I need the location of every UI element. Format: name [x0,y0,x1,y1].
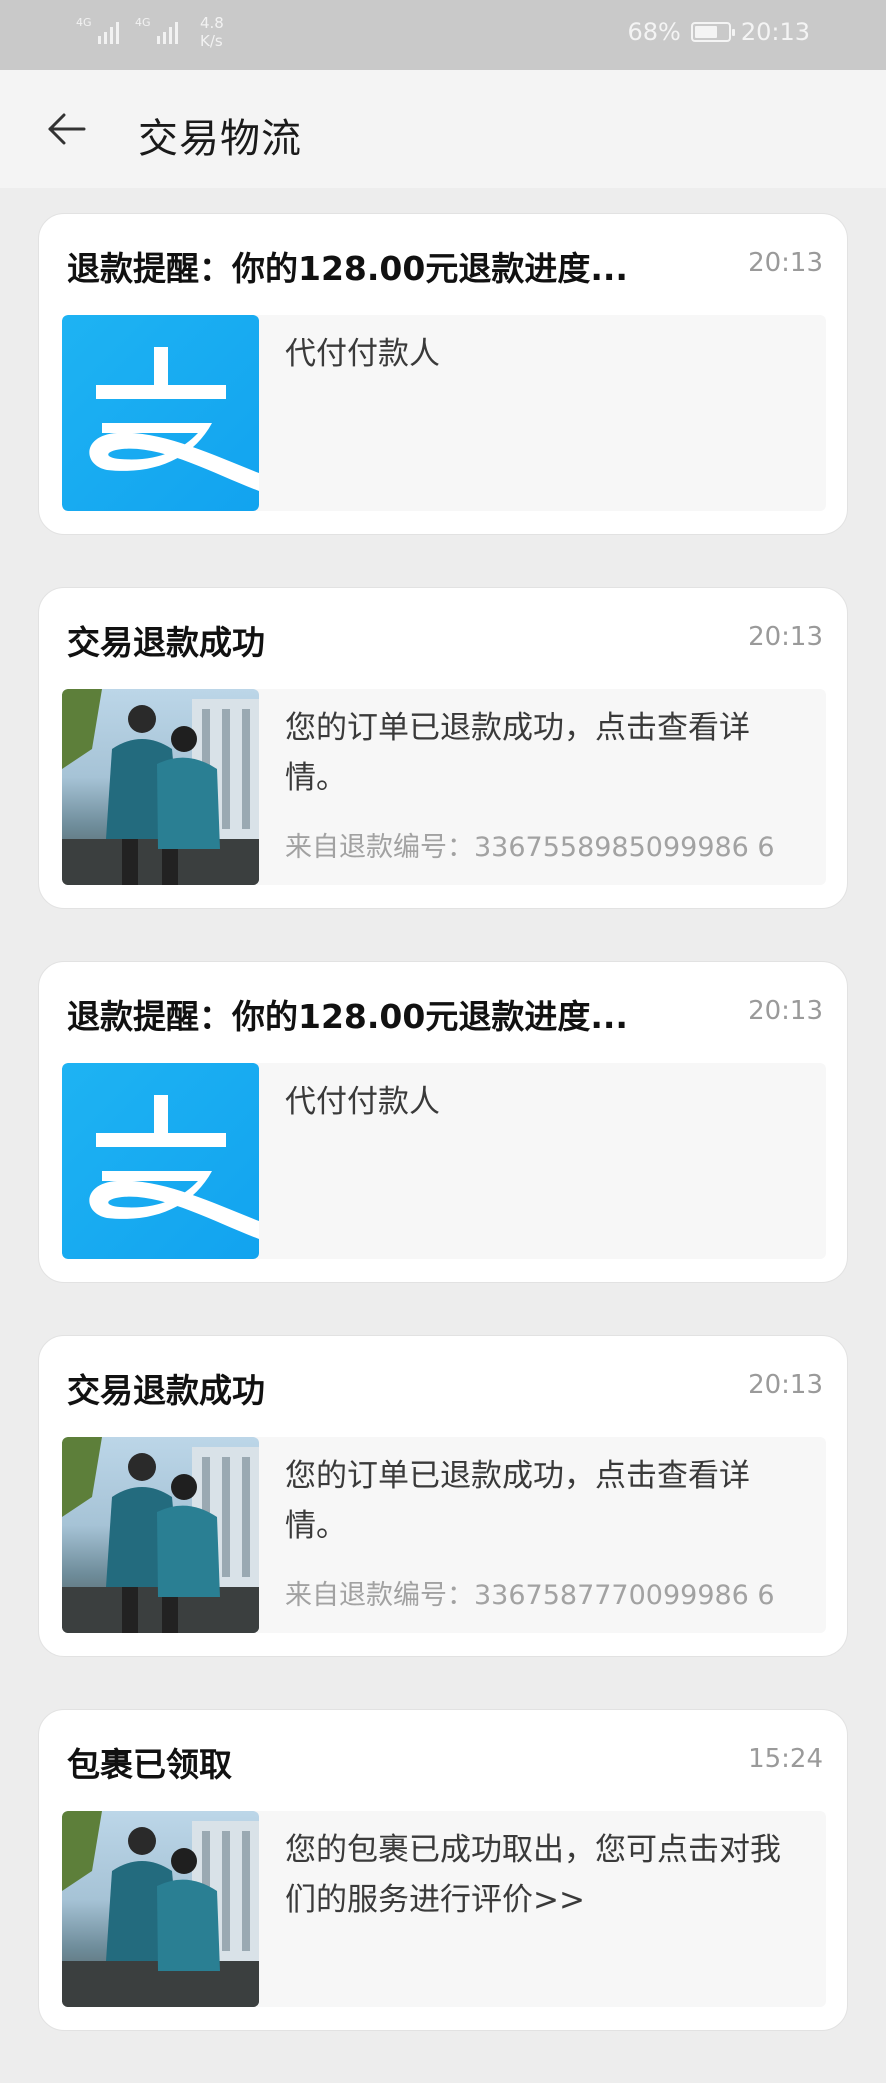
message-time: 20:13 [748,996,823,1026]
message-card[interactable]: 交易退款成功 20:13 您的订单已退款成功，点击查看详情。 来自退款编号：33… [38,1335,848,1657]
message-text: 您的订单已退款成功，点击查看详情。 [285,1458,750,1544]
clock: 20:13 [740,18,810,46]
message-time: 20:13 [748,1370,823,1400]
message-text: 您的包裹已成功取出，您可点击对我们的服务进行评价>> [285,1832,781,1918]
status-bar: 4G 4G 4.8 K/s 68% 20:13 [0,0,886,70]
message-time: 20:13 [748,622,823,652]
refund-number: 来自退款编号：3367587770099986 6 [285,1580,775,1611]
network-type-1: 4G [76,16,92,29]
message-title: 退款提醒：你的128.00元退款进度... [67,249,628,288]
network-speed: 4.8 K/s [200,14,224,50]
arrow-left-icon[interactable] [44,106,90,152]
message-card[interactable]: 交易退款成功 20:13 您的订单已退款成功，点击查看详情。 来自退款编号：33… [38,587,848,909]
message-card[interactable]: 退款提醒：你的128.00元退款进度... 20:13 代付付款人 [38,213,848,535]
message-text: 代付付款人 [285,1084,440,1120]
message-text: 代付付款人 [285,336,440,372]
alipay-logo-icon [62,1063,259,1259]
message-time: 20:13 [748,248,823,278]
battery-percent: 68% [627,18,681,46]
signal-icon: 4G [76,14,119,44]
status-right: 68% 20:13 [627,18,810,46]
product-photo [62,1437,259,1633]
alipay-logo-icon [62,315,259,511]
message-body[interactable]: 您的订单已退款成功，点击查看详情。 来自退款编号：336755898509998… [62,689,826,885]
message-list: 退款提醒：你的128.00元退款进度... 20:13 代付付款人 交易退款成功… [38,213,848,2083]
message-card[interactable]: 包裹已领取 15:24 您的包裹已成功取出，您可点击对我们的服务进行评价>> [38,1709,848,2031]
message-body[interactable]: 您的订单已退款成功，点击查看详情。 来自退款编号：336758777009998… [62,1437,826,1633]
refund-number: 来自退款编号：3367558985099986 6 [285,832,775,863]
message-card[interactable]: 退款提醒：你的128.00元退款进度... 20:13 代付付款人 [38,961,848,1283]
message-time: 15:24 [748,1744,823,1774]
status-left: 4G 4G 4.8 K/s [76,14,224,50]
message-body[interactable]: 您的包裹已成功取出，您可点击对我们的服务进行评价>> [62,1811,826,2007]
app-header: 交易物流 [0,70,886,188]
network-type-2: 4G [135,16,151,29]
message-title: 交易退款成功 [67,1371,265,1410]
battery-icon [690,22,735,42]
product-photo [62,1811,259,2007]
message-title: 包裹已领取 [67,1745,232,1784]
message-title: 退款提醒：你的128.00元退款进度... [67,997,628,1036]
speed-unit: K/s [200,32,223,50]
page-title: 交易物流 [138,116,302,162]
speed-value: 4.8 [200,14,224,32]
message-body[interactable]: 代付付款人 [62,1063,826,1259]
message-body[interactable]: 代付付款人 [62,315,826,511]
signal-icon: 4G [135,14,178,44]
product-photo [62,689,259,885]
message-title: 交易退款成功 [67,623,265,662]
message-text: 您的订单已退款成功，点击查看详情。 [285,710,750,796]
